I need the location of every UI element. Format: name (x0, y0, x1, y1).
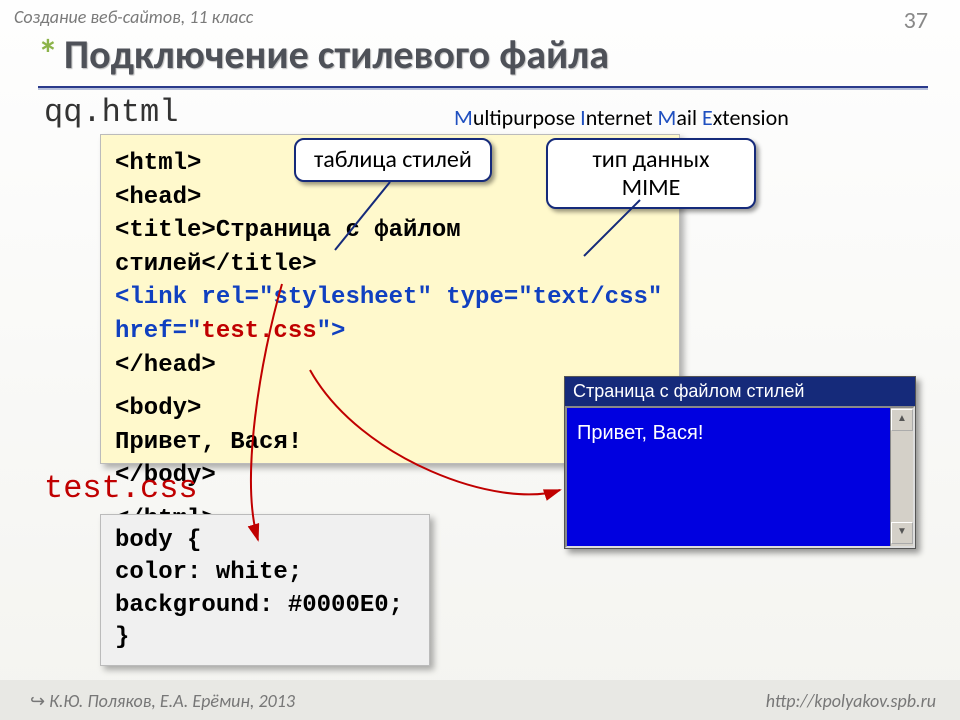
code-line: background: #0000E0; (115, 590, 415, 622)
code-line: body { (115, 525, 415, 557)
slide-title: *Подключение стилевого файла (38, 30, 609, 79)
footer-url: http://kpolyakov.spb.ru (766, 690, 936, 712)
footer: ↪К.Ю. Поляков, Е.А. Ерёмин, 2013 http://… (0, 680, 960, 720)
mime-expansion: Multipurpose Internet Mail Extension (454, 104, 789, 131)
code-line-link: <link rel="stylesheet" type="text/css" (115, 281, 665, 315)
header-subject: Создание веб-сайтов, 11 класс 37 (14, 6, 946, 28)
title-text: Подключение стилевого файла (64, 30, 609, 79)
scroll-up-icon[interactable]: ▲ (891, 409, 913, 431)
footer-arrow-icon: ↪ (30, 690, 45, 712)
browser-titlebar: Страница с файлом стилей (565, 377, 915, 406)
css-code-block: body { color: white; background: #0000E0… (100, 514, 430, 666)
code-line: color: white; (115, 557, 415, 589)
slide: Создание веб-сайтов, 11 класс 37 *Подклю… (0, 0, 960, 720)
page-number: 37 (904, 6, 928, 35)
code-line: } (115, 622, 415, 654)
scroll-down-icon[interactable]: ▼ (891, 522, 913, 544)
code-line: <title>Страница с файлом стилей</title> (115, 214, 665, 281)
css-filename: test.css (44, 470, 198, 507)
scrollbar[interactable]: ▲ ▼ (890, 408, 913, 546)
browser-content-text: Привет, Вася! (577, 422, 703, 444)
browser-mockup: Страница с файлом стилей Привет, Вася! ▲… (564, 376, 916, 549)
html-filename: qq.html (44, 94, 178, 131)
title-asterisk: * (38, 30, 58, 79)
subject-text: Создание веб-сайтов, 11 класс (14, 6, 253, 28)
code-line-href: href="test.css"> (115, 315, 665, 349)
callout-mime: тип данных MIME (546, 138, 756, 209)
title-underline (38, 86, 928, 88)
footer-author: ↪К.Ю. Поляков, Е.А. Ерёмин, 2013 (30, 690, 295, 712)
callout-stylesheet: таблица стилей (294, 138, 492, 182)
browser-viewport: Привет, Вася! ▲ ▼ (565, 406, 915, 548)
